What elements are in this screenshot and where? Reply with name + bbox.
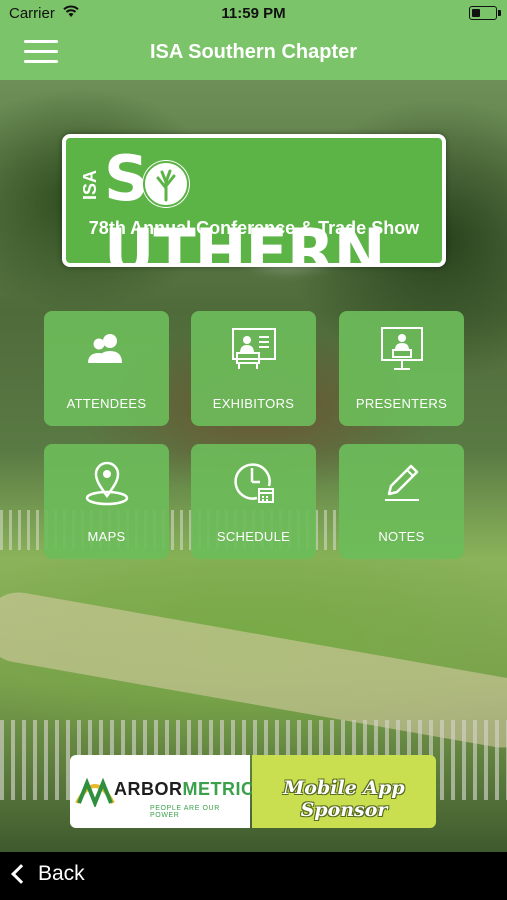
bottom-bar: Back <box>0 852 507 900</box>
status-bar: Carrier 11:59 PM <box>0 0 507 28</box>
sponsor-brand-prefix: ARBOR <box>114 779 183 799</box>
sponsor-label: Mobile App Sponsor <box>283 777 405 821</box>
tile-presenters[interactable]: PRESENTERS <box>339 311 464 426</box>
back-label: Back <box>38 862 85 885</box>
sponsor-logo: ARBORMETRICS PEOPLE ARE OUR POWER <box>70 755 267 828</box>
clock-time: 11:59 PM <box>221 5 286 22</box>
tile-exhibitors[interactable]: EXHIBITORS <box>191 311 316 426</box>
tile-label: SCHEDULE <box>216 529 291 544</box>
conference-logo: ISA S UTHERN 78th Annual Conference & Tr… <box>62 134 446 267</box>
people-icon <box>44 325 169 375</box>
presenter-screen-icon <box>339 325 464 375</box>
page-title: ISA Southern Chapter <box>149 41 358 63</box>
exhibitor-booth-icon <box>191 325 316 375</box>
tile-attendees[interactable]: ATTENDEES <box>44 311 169 426</box>
tile-label: PRESENTERS <box>355 396 448 411</box>
arbormetrics-logo-icon <box>73 769 117 812</box>
sponsor-banner[interactable]: ARBORMETRICS PEOPLE ARE OUR POWER Mobile… <box>70 755 436 828</box>
nav-bar: ISA Southern Chapter <box>0 28 507 80</box>
battery-icon <box>469 6 501 20</box>
logo-subtitle: 78th Annual Conference & Trade Show <box>88 218 420 238</box>
tile-label: MAPS <box>87 529 126 544</box>
chevron-left-icon <box>11 864 31 884</box>
tile-label: ATTENDEES <box>66 396 147 411</box>
tile-maps[interactable]: MAPS <box>44 444 169 559</box>
back-button[interactable]: Back <box>8 862 85 886</box>
clock-calendar-icon <box>191 458 316 508</box>
tile-schedule[interactable]: SCHEDULE <box>191 444 316 559</box>
pencil-icon <box>339 458 464 508</box>
sponsor-label-panel: Mobile App Sponsor <box>252 755 436 828</box>
tile-label: EXHIBITORS <box>212 396 295 411</box>
sponsor-tagline: PEOPLE ARE OUR POWER <box>150 805 220 819</box>
tile-label: NOTES <box>378 529 425 544</box>
logo-isa-text: ISA <box>80 170 100 201</box>
map-pin-icon <box>44 458 169 508</box>
tile-notes[interactable]: NOTES <box>339 444 464 559</box>
sponsor-brand: ARBORMETRICS <box>114 779 267 800</box>
tree-icon <box>142 160 190 208</box>
